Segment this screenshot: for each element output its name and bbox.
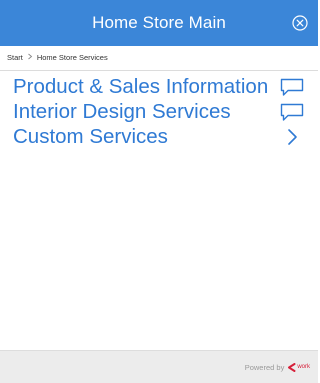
menu-item-label: Custom Services — [13, 125, 168, 148]
chat-bubble-icon — [279, 102, 305, 122]
menu-list: Product & Sales Information Interior Des… — [0, 74, 318, 149]
divider — [0, 70, 318, 71]
chevron-right-icon — [27, 53, 33, 62]
menu-item-custom-services[interactable]: Custom Services — [0, 124, 318, 149]
menu-item-interior-design[interactable]: Interior Design Services — [0, 99, 318, 124]
breadcrumb-item-start[interactable]: Start — [7, 53, 23, 62]
chevron-right-icon — [279, 127, 305, 147]
footer-bar: Powered by work — [0, 350, 318, 383]
brand-logo[interactable]: work — [287, 362, 310, 372]
breadcrumb-item-current: Home Store Services — [36, 53, 108, 62]
menu-item-product-sales[interactable]: Product & Sales Information — [0, 74, 318, 99]
header-title: Home Store Main — [92, 13, 226, 32]
breadcrumb: Start Home Store Services — [7, 53, 108, 62]
chat-widget: Home Store Main Start Home Store Service… — [0, 0, 318, 383]
powered-by: Powered by work — [244, 362, 310, 372]
close-circle-icon — [292, 15, 308, 31]
menu-item-label: Interior Design Services — [13, 100, 231, 123]
menu-item-label: Product & Sales Information — [13, 75, 269, 98]
header-bar: Home Store Main — [0, 0, 318, 46]
chat-bubble-icon — [279, 77, 305, 97]
powered-by-label: Powered by — [244, 362, 285, 372]
brand-text: work — [297, 364, 310, 370]
brand-logo-icon — [288, 362, 296, 372]
close-button[interactable] — [288, 11, 312, 35]
